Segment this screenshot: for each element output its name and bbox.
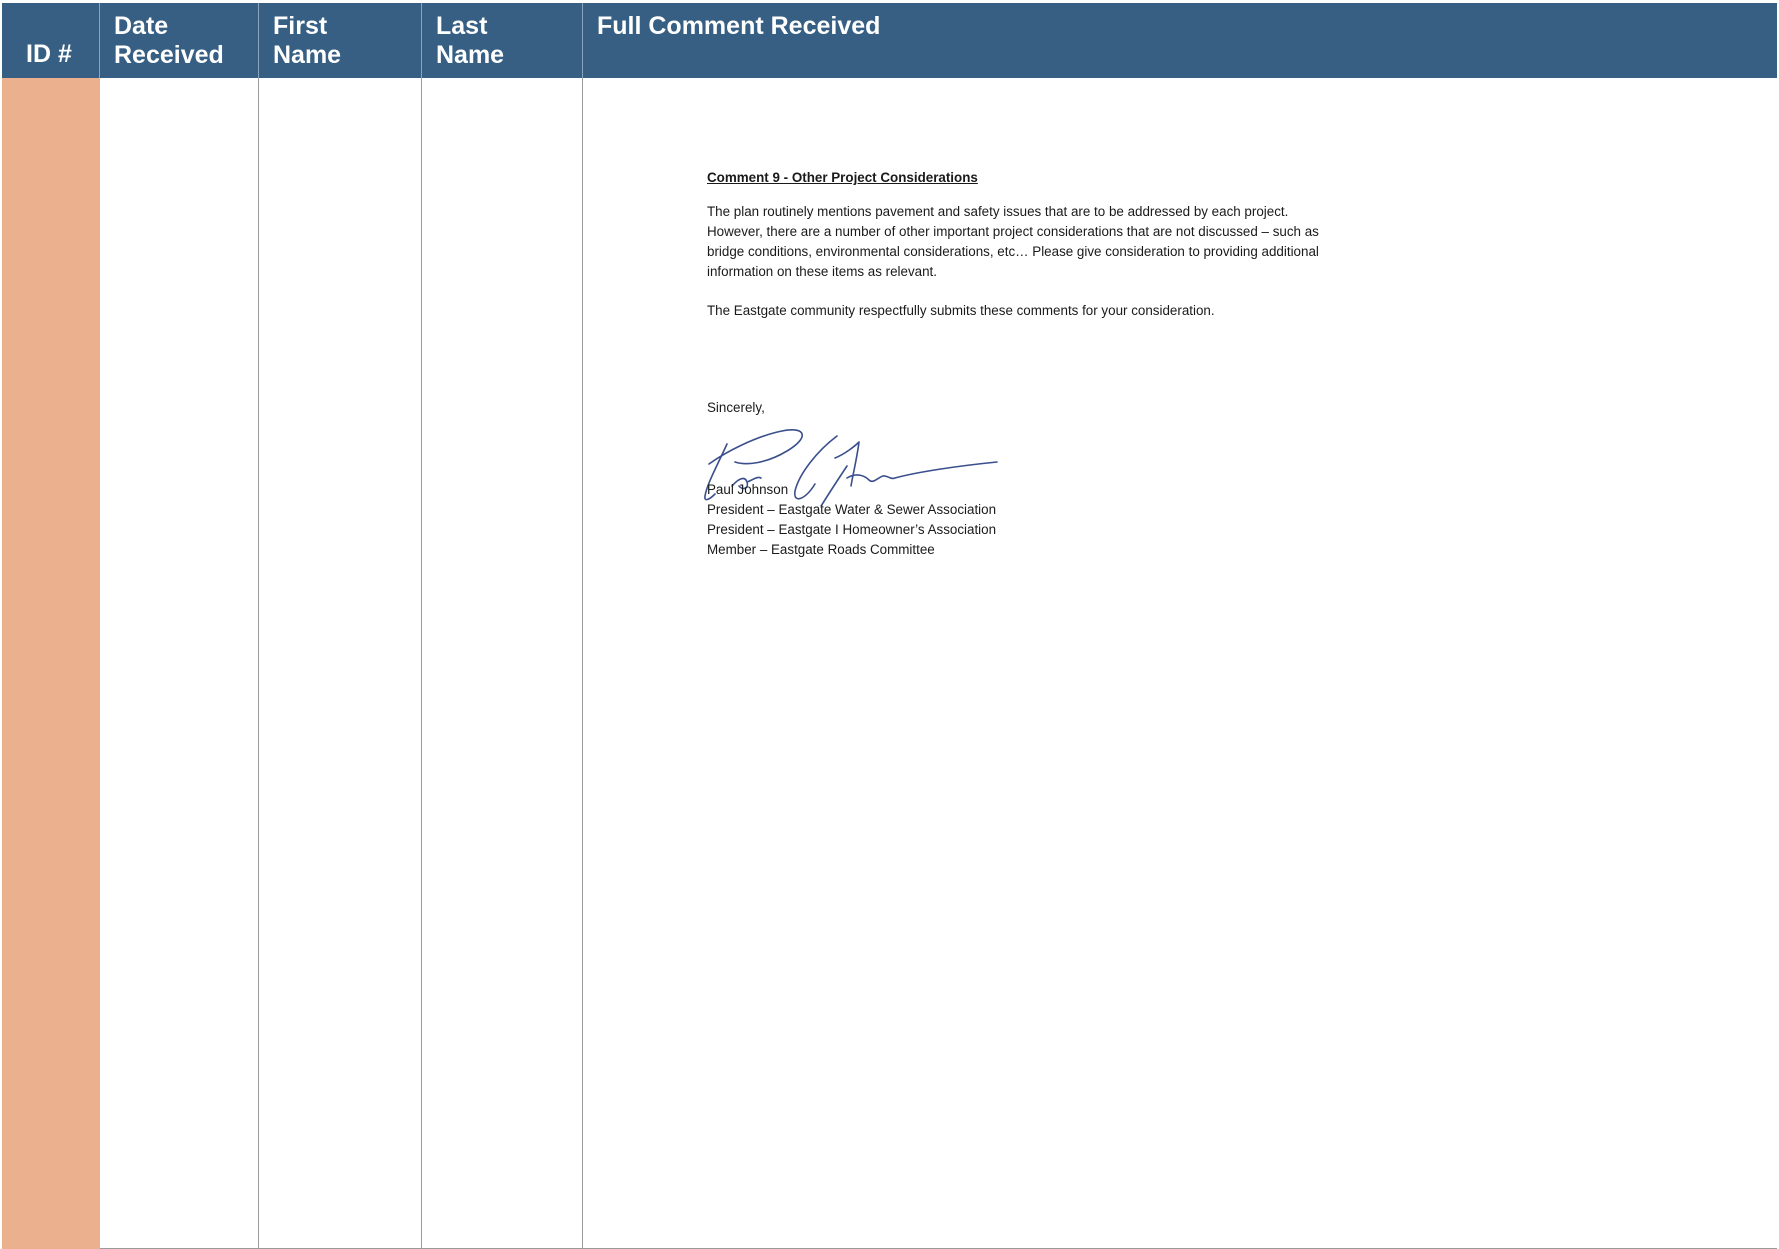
- header-first-line-1: First: [273, 12, 328, 40]
- header-date-received: Date Received: [100, 3, 259, 78]
- header-last-name: Last Name: [422, 3, 583, 78]
- header-last-line-2: Name: [436, 41, 505, 69]
- signer-title-1: President – Eastgate Water & Sewer Assoc…: [707, 502, 997, 517]
- table-header: ID # Date Received First Name Last Name …: [2, 3, 1777, 78]
- cell-full-comment: Comment 9 - Other Project Considerations…: [583, 78, 1777, 1249]
- header-date-line-1: Date: [114, 12, 169, 40]
- signer-title-2: President – Eastgate I Homeowner’s Assoc…: [707, 522, 997, 537]
- paragraph-1-line: The plan routinely mentions pavement and…: [707, 204, 1289, 219]
- paragraph-1-line: However, there are a number of other imp…: [707, 224, 1319, 239]
- header-first-name: First Name: [259, 3, 422, 78]
- cell-first-name: [259, 78, 422, 1249]
- header-last-line-1: Last: [436, 12, 488, 40]
- comment-paragraph-2: The Eastgate community respectfully subm…: [707, 303, 1215, 318]
- comment-paragraph-1: The plan routinely mentions pavement and…: [707, 202, 1407, 282]
- comments-table: ID # Date Received First Name Last Name …: [2, 3, 1777, 1249]
- signer-title-3: Member – Eastgate Roads Committee: [707, 542, 935, 557]
- table-row: Comment 9 - Other Project Considerations…: [2, 78, 1777, 1249]
- header-id-label: ID #: [26, 40, 72, 68]
- header-date-line-2: Received: [114, 41, 224, 69]
- cell-date-received: [100, 78, 259, 1249]
- comment-title: Comment 9 - Other Project Considerations: [707, 170, 978, 185]
- header-first-line-2: Name: [273, 41, 342, 69]
- paragraph-1-line: information on these items as relevant.: [707, 264, 937, 279]
- header-full-comment: Full Comment Received: [583, 3, 1777, 78]
- header-id: ID #: [2, 3, 100, 78]
- paragraph-1-line: bridge conditions, environmental conside…: [707, 244, 1319, 259]
- signature-block: Paul Johnson President – Eastgate Water …: [707, 480, 1407, 560]
- header-full-comment-label: Full Comment Received: [597, 12, 881, 40]
- signer-name: Paul Johnson: [707, 482, 789, 497]
- cell-id: [2, 78, 100, 1249]
- cell-last-name: [422, 78, 583, 1249]
